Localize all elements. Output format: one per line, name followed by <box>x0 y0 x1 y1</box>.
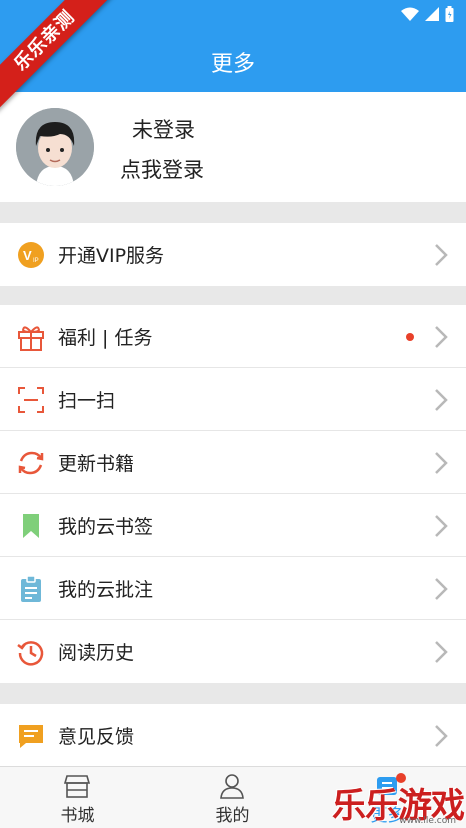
gift-icon <box>18 326 44 351</box>
welfare-task-label: 福利 | 任务 <box>58 327 153 349</box>
watermark-url: www.lle.com <box>399 816 456 826</box>
chevron-right-icon <box>435 389 448 411</box>
clipboard-icon <box>21 575 41 602</box>
svg-text:IP: IP <box>33 258 39 264</box>
chat-icon <box>19 725 43 748</box>
profile-card[interactable]: 未登录 点我登录 <box>0 92 466 202</box>
store-icon <box>63 775 91 798</box>
scan-icon <box>18 387 44 413</box>
update-books-row[interactable]: 更新书籍 <box>0 431 466 494</box>
history-icon <box>17 641 44 666</box>
person-icon <box>220 774 244 799</box>
page-title: 更多 <box>210 52 255 77</box>
chevron-right-icon <box>435 578 448 600</box>
cloud-annotations-label: 我的云批注 <box>58 579 154 601</box>
feedback-card: 意见反馈 <box>0 704 466 767</box>
refresh-icon <box>18 451 44 475</box>
welfare-task-row[interactable]: 福利 | 任务 <box>0 305 466 368</box>
tab-mine-label: 我的 <box>215 806 250 826</box>
vip-icon: V IP <box>18 242 44 268</box>
login-link[interactable]: 点我登录 <box>120 154 204 184</box>
battery-icon <box>445 6 454 22</box>
vip-card: V IP 开通VIP服务 <box>0 223 466 286</box>
reading-history-label: 阅读历史 <box>58 642 135 664</box>
wifi-icon <box>401 7 419 21</box>
chevron-right-icon <box>435 452 448 474</box>
cloud-bookmarks-row[interactable]: 我的云书签 <box>0 494 466 557</box>
app-bar: 更多 <box>0 30 466 92</box>
chevron-right-icon <box>435 244 448 266</box>
scan-label: 扫一扫 <box>58 390 116 412</box>
chevron-right-icon <box>435 641 448 663</box>
feedback-row[interactable]: 意见反馈 <box>0 704 466 767</box>
chevron-right-icon <box>435 515 448 537</box>
tab-bookstore-label: 书城 <box>60 806 95 826</box>
feedback-label: 意见反馈 <box>58 726 135 748</box>
avatar[interactable] <box>16 108 94 186</box>
vip-label: 开通VIP服务 <box>58 245 165 267</box>
chevron-right-icon <box>435 725 448 747</box>
notification-dot <box>406 333 414 341</box>
login-status: 未登录 <box>132 118 195 142</box>
bookmark-icon <box>23 514 39 538</box>
scan-row[interactable]: 扫一扫 <box>0 368 466 431</box>
update-books-label: 更新书籍 <box>58 453 135 475</box>
status-icons <box>401 6 454 22</box>
chevron-right-icon <box>435 326 448 348</box>
signal-icon <box>425 7 439 21</box>
cloud-annotations-row[interactable]: 我的云批注 <box>0 557 466 620</box>
tab-mine[interactable]: 我的 <box>155 767 310 828</box>
tab-bookstore[interactable]: 书城 <box>0 767 155 828</box>
svg-text:V: V <box>23 248 32 263</box>
features-card: 福利 | 任务 扫一扫 更新书籍 我的云书签 我的云批注 阅读历史 <box>0 305 466 683</box>
reading-history-row[interactable]: 阅读历史 <box>0 620 466 683</box>
vip-row[interactable]: V IP 开通VIP服务 <box>0 223 466 286</box>
cloud-bookmarks-label: 我的云书签 <box>58 516 154 538</box>
